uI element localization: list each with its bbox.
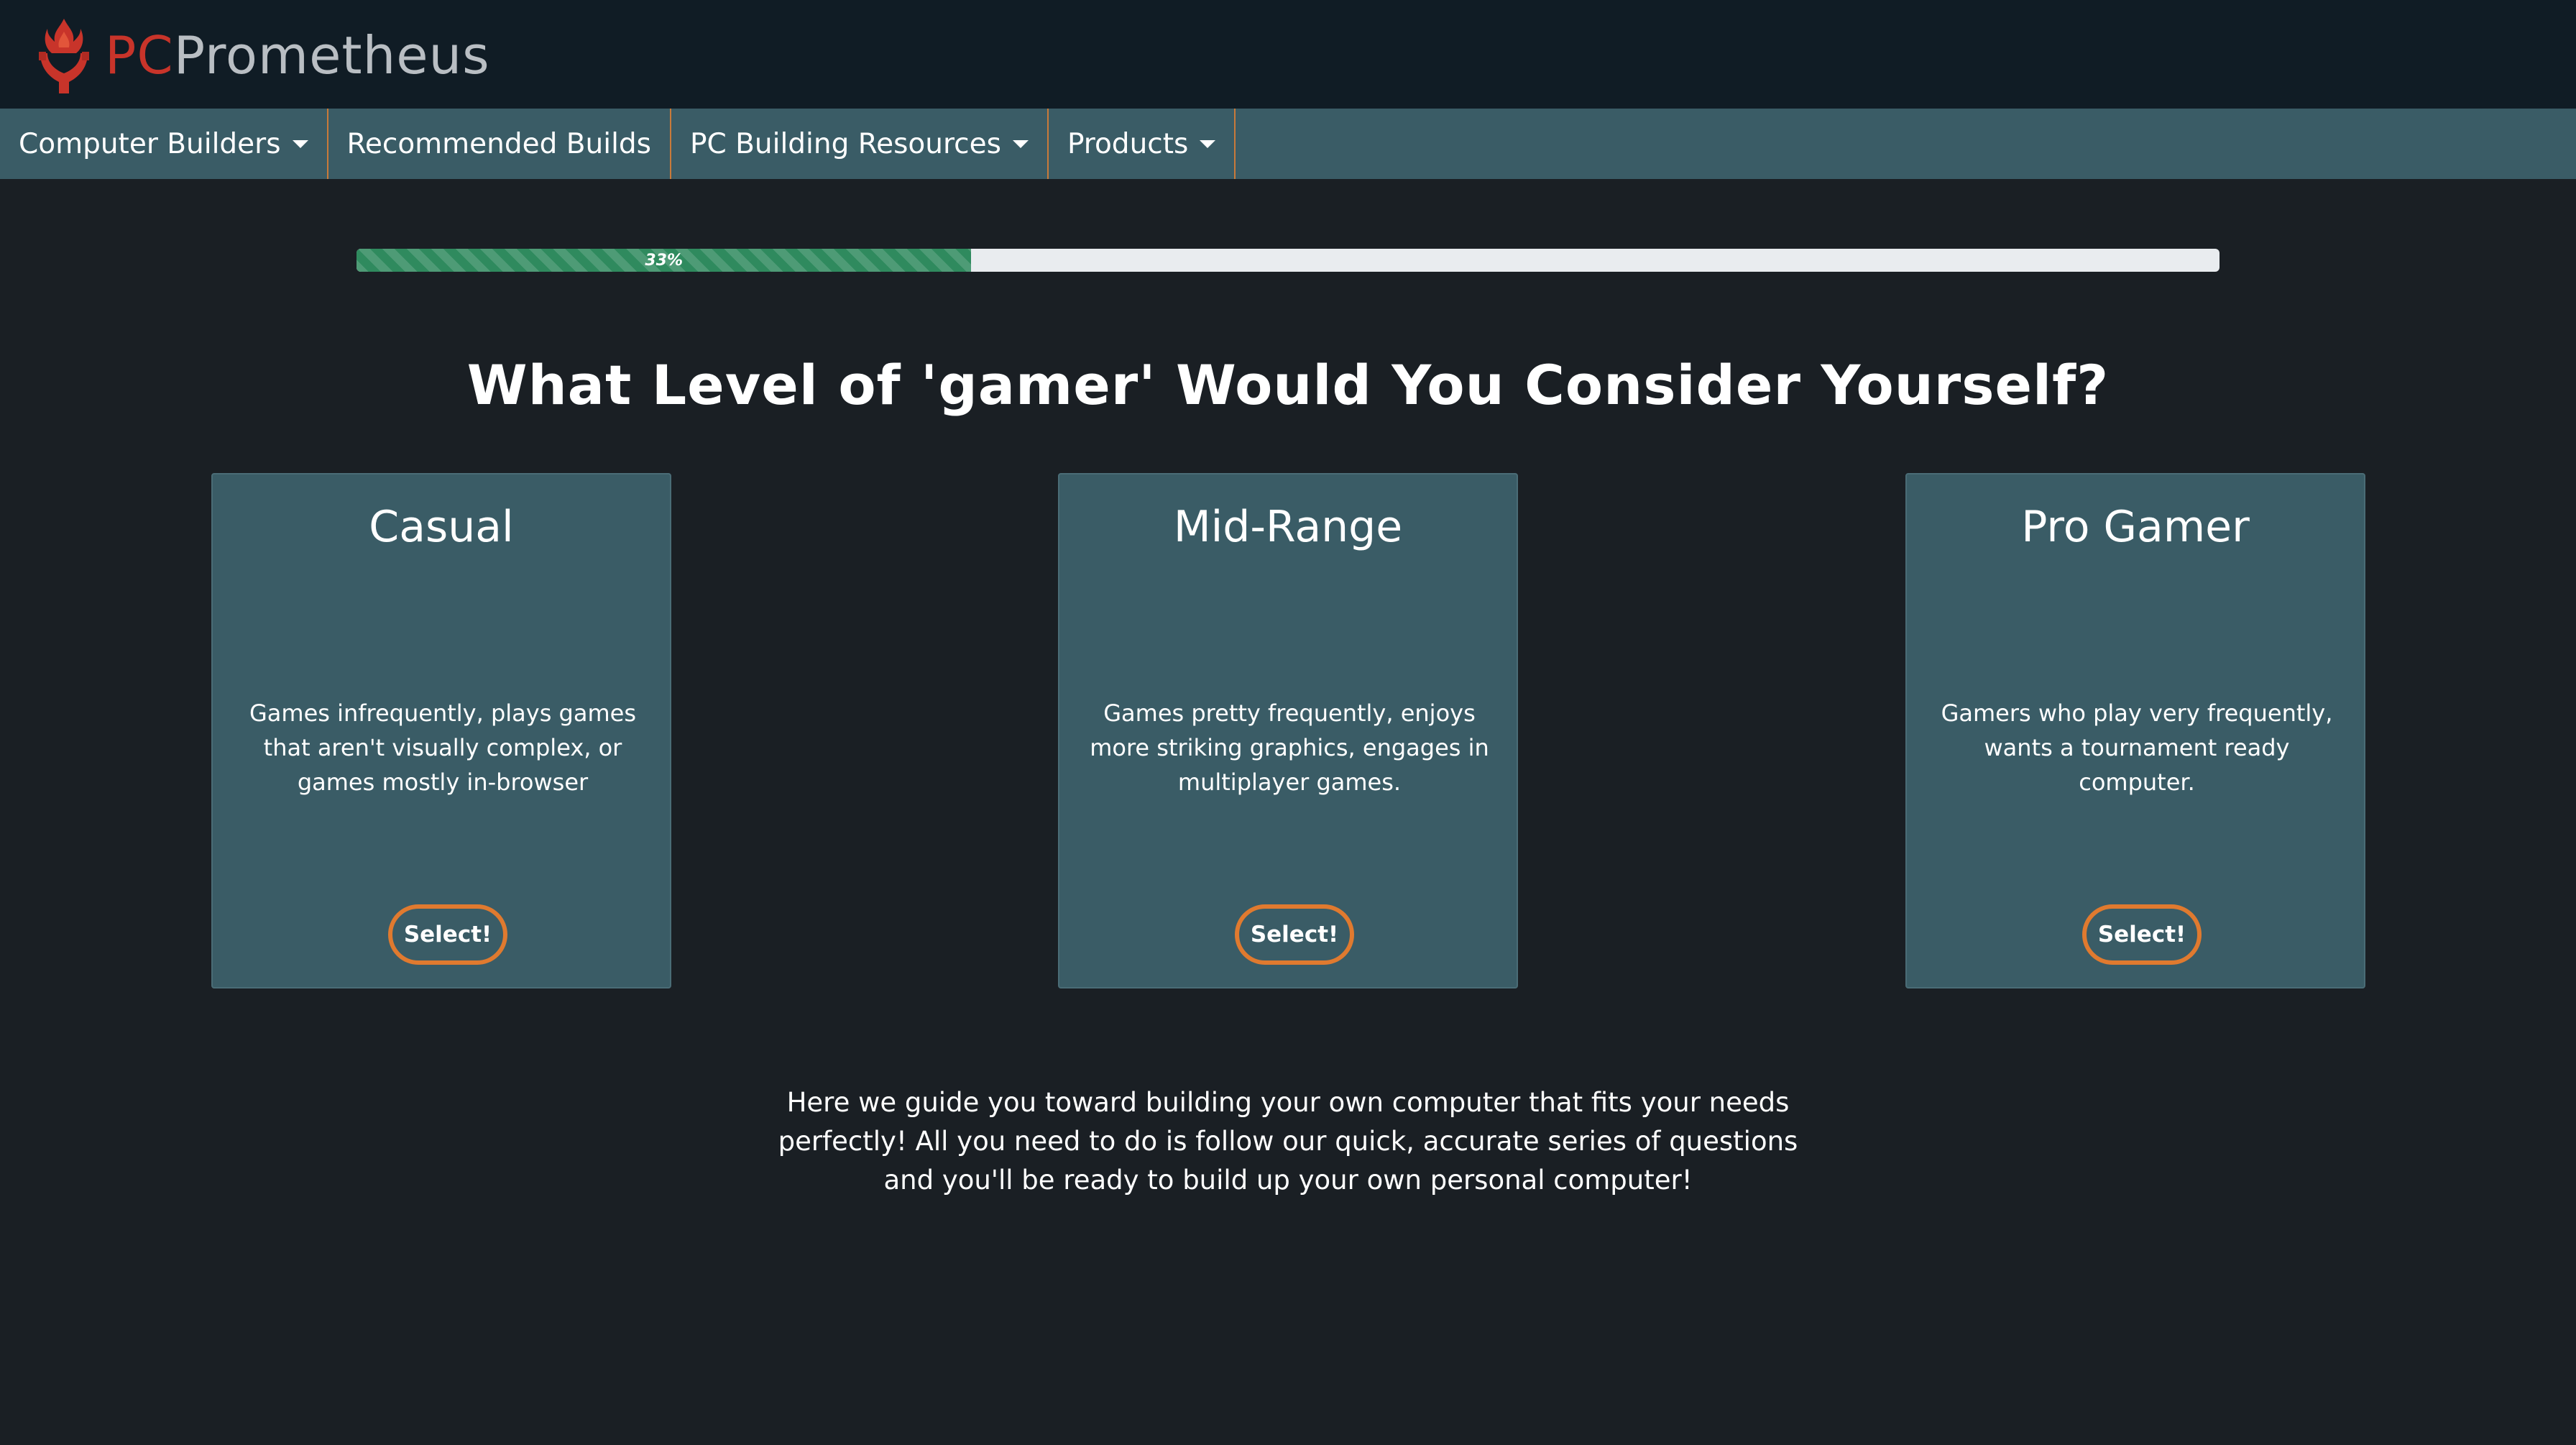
option-card-mid-range: Mid-Range Games pretty frequently, enjoy…: [1058, 473, 1518, 988]
option-description: Gamers who play very frequently, wants a…: [1941, 699, 2333, 796]
select-casual-button[interactable]: Select!: [388, 904, 507, 965]
main-nav: Computer Builders Recommended Builds PC …: [0, 109, 2576, 179]
option-title: Casual: [369, 502, 514, 552]
select-pro-gamer-button[interactable]: Select!: [2082, 904, 2202, 965]
question-title: What Level of 'gamer' Would You Consider…: [466, 352, 2110, 417]
option-title: Pro Gamer: [2021, 502, 2250, 552]
option-description: Games infrequently, plays games that are…: [249, 699, 636, 796]
nav-recommended-builds[interactable]: Recommended Builds: [328, 109, 671, 179]
nav-item-label: Products: [1067, 127, 1189, 160]
logo-pc: PC: [105, 25, 174, 86]
option-card-pro-gamer: Pro Gamer Gamers who play very frequentl…: [1905, 473, 2365, 988]
nav-computer-builders[interactable]: Computer Builders: [0, 109, 328, 179]
nav-products[interactable]: Products: [1049, 109, 1236, 179]
caret-down-icon: [1200, 139, 1216, 148]
option-description: Games pretty frequently, enjoys more str…: [1090, 699, 1489, 796]
logo-name: Prometheus: [173, 25, 490, 86]
quiz-progress-bar: 33%: [356, 249, 2220, 272]
progress-label: 33%: [645, 251, 684, 270]
nav-item-label: Computer Builders: [19, 127, 281, 160]
nav-item-label: PC Building Resources: [690, 127, 1001, 160]
site-logo[interactable]: PCPrometheus: [37, 13, 490, 98]
intro-text: Here we guide you toward building your o…: [778, 1087, 1798, 1196]
logo-wordmark: PCPrometheus: [105, 29, 490, 81]
caret-down-icon: [292, 139, 308, 148]
flame-hands-icon: [39, 19, 89, 93]
progress-fill: 33%: [356, 249, 972, 272]
option-card-casual: Casual Games infrequently, plays games t…: [211, 473, 671, 988]
select-mid-range-button[interactable]: Select!: [1235, 904, 1354, 965]
caret-down-icon: [1012, 139, 1029, 148]
option-title: Mid-Range: [1173, 502, 1403, 552]
site-header: PCPrometheus: [0, 0, 2576, 109]
nav-pc-building-resources[interactable]: PC Building Resources: [671, 109, 1049, 179]
nav-item-label: Recommended Builds: [346, 127, 651, 160]
